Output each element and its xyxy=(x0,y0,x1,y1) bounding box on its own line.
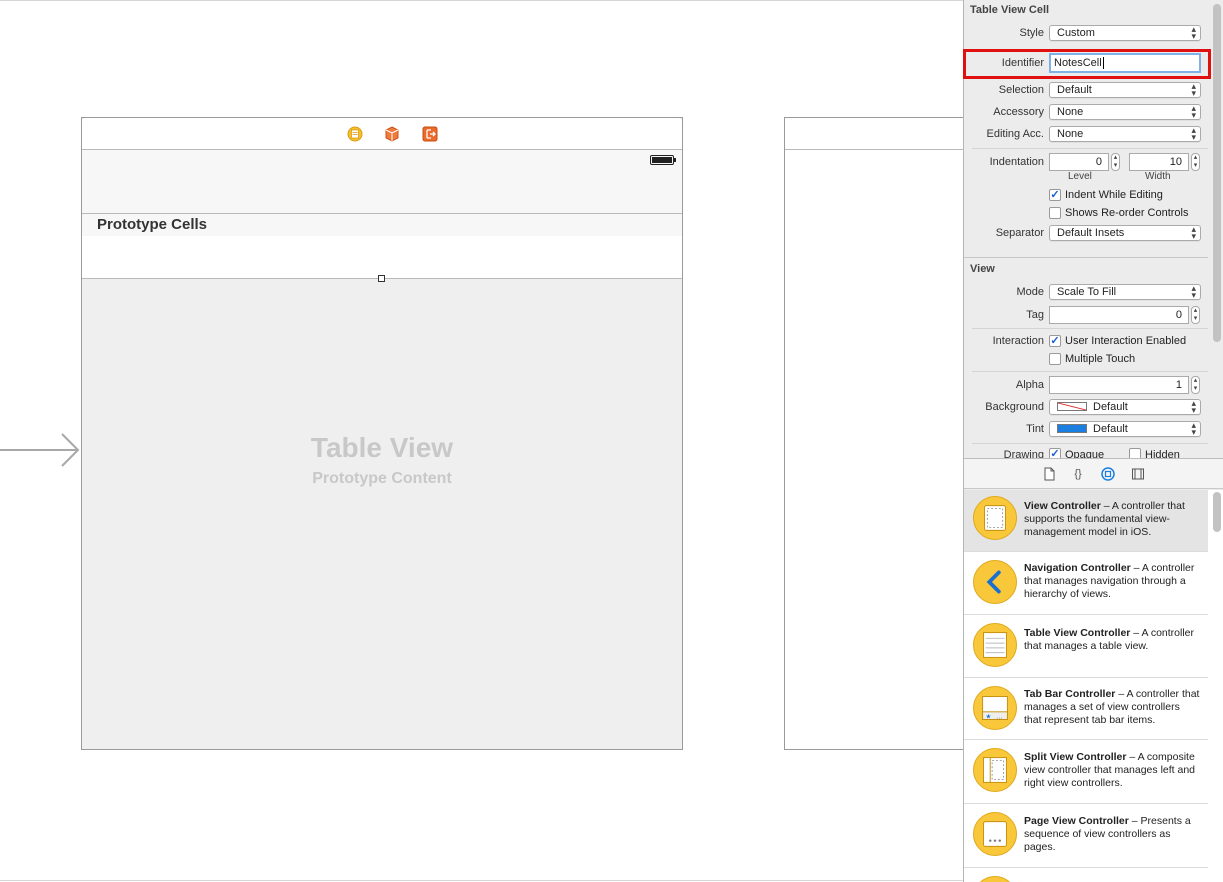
page-view-controller-icon xyxy=(973,812,1017,856)
indentation-width-stepper[interactable]: ▴ ▾ xyxy=(1191,153,1200,171)
separator-popup[interactable]: Default Insets ▴ ▾ xyxy=(1049,225,1201,241)
user-interaction-label: User Interaction Enabled xyxy=(1065,335,1187,347)
clear-color-swatch-icon xyxy=(1057,402,1087,411)
attributes-inspector: Table View Cell Style Custom ▴ ▾ Identifie… xyxy=(963,0,1223,882)
library-item-tab-bar-controller[interactable]: ★ … Tab Bar Controller – A controller th… xyxy=(964,678,1208,740)
first-responder-icon[interactable] xyxy=(384,126,400,142)
scene-dock xyxy=(82,118,682,150)
library-item-icon xyxy=(973,876,1017,882)
editing-accessory-popup[interactable]: None ▴ ▾ xyxy=(1049,126,1201,142)
alpha-label: Alpha xyxy=(1015,379,1044,391)
drawing-label: Drawing xyxy=(1003,449,1044,458)
library-item-title: Split View Controller xyxy=(1024,751,1127,763)
table-view-controller-icon xyxy=(973,623,1017,667)
library-item-next[interactable] xyxy=(964,868,1208,882)
indentation-label: Indentation xyxy=(989,156,1044,168)
indentation-level-stepper[interactable]: ▴ ▾ xyxy=(1111,153,1120,171)
library-scrollbar[interactable] xyxy=(1213,492,1221,532)
opaque-checkbox[interactable]: ✓ xyxy=(1049,448,1061,458)
tab-bar-controller-icon: ★ … xyxy=(973,686,1017,730)
table-view-controller-scene[interactable]: Prototype Cells Table View Prototype Con… xyxy=(81,117,683,750)
alpha-stepper[interactable]: ▴ ▾ xyxy=(1191,376,1200,394)
multiple-touch-label: Multiple Touch xyxy=(1065,353,1136,365)
status-bar-area xyxy=(82,150,682,214)
background-label: Background xyxy=(985,401,1044,413)
tag-field[interactable]: 0 xyxy=(1049,306,1189,324)
entry-point-arrow-icon[interactable] xyxy=(0,431,82,469)
width-sublabel: Width xyxy=(1145,171,1171,182)
editing-accessory-label: Editing Acc. xyxy=(986,128,1044,140)
indent-while-editing-checkbox[interactable]: ✓ xyxy=(1049,189,1061,201)
separator-label: Separator xyxy=(995,227,1044,239)
library-item-table-view-controller[interactable]: Table View Controller – A controller tha… xyxy=(964,615,1208,678)
opaque-label: Opaque xyxy=(1065,449,1105,458)
multiple-touch-checkbox[interactable] xyxy=(1049,353,1061,365)
alpha-field[interactable]: 1 xyxy=(1049,376,1189,394)
library-tab-bar: {} xyxy=(964,458,1223,489)
mode-popup[interactable]: Scale To Fill ▴ ▾ xyxy=(1049,284,1201,300)
exit-icon[interactable] xyxy=(422,126,438,142)
selection-popup[interactable]: Default ▴ ▾ xyxy=(1049,82,1201,98)
storyboard-canvas[interactable]: Prototype Cells Table View Prototype Con… xyxy=(0,0,984,882)
shows-reorder-label: Shows Re-order Controls xyxy=(1065,207,1189,219)
identifier-highlight-box xyxy=(963,49,1211,79)
level-sublabel: Level xyxy=(1068,171,1092,182)
library-item-navigation-controller[interactable]: Navigation Controller – A controller tha… xyxy=(964,552,1208,615)
resize-handle[interactable] xyxy=(378,275,385,282)
selection-label: Selection xyxy=(998,84,1044,96)
inspector-scrollbar[interactable] xyxy=(1213,4,1221,342)
svg-text:…: … xyxy=(996,714,1003,721)
code-snippet-icon[interactable]: {} xyxy=(1071,467,1085,481)
prototype-cells-label: Prototype Cells xyxy=(97,216,208,233)
library-item-split-view-controller[interactable]: Split View Controller – A composite view… xyxy=(964,740,1208,804)
svg-text:★: ★ xyxy=(985,713,991,721)
hidden-label: Hidden xyxy=(1145,449,1180,458)
navigation-controller-icon xyxy=(973,560,1017,604)
interaction-label: Interaction xyxy=(992,335,1044,347)
library-item-title: Navigation Controller xyxy=(1024,562,1131,574)
indentation-level-field[interactable]: 0 xyxy=(1049,153,1109,171)
object-library-icon[interactable] xyxy=(1101,467,1115,481)
tint-popup[interactable]: Default ▴ ▾ xyxy=(1049,421,1201,437)
mode-label: Mode xyxy=(1016,286,1044,298)
prototype-cells-header: Prototype Cells xyxy=(82,214,682,236)
view-controller-icon[interactable] xyxy=(347,126,363,142)
library-item-page-view-controller[interactable]: Page View Controller – Presents a sequen… xyxy=(964,804,1208,868)
object-library-list: View Controller – A controller that supp… xyxy=(964,490,1223,882)
tint-label: Tint xyxy=(1026,423,1044,435)
library-item-title: Table View Controller xyxy=(1024,627,1131,639)
tag-label: Tag xyxy=(1026,309,1044,321)
media-library-icon[interactable] xyxy=(1131,467,1145,481)
accessory-popup[interactable]: None ▴ ▾ xyxy=(1049,104,1201,120)
prototype-cell[interactable] xyxy=(82,236,682,279)
background-popup[interactable]: Default ▴ ▾ xyxy=(1049,399,1201,415)
indentation-width-field[interactable]: 10 xyxy=(1129,153,1189,171)
tag-stepper[interactable]: ▴ ▾ xyxy=(1191,306,1200,324)
library-item-view-controller[interactable]: View Controller – A controller that supp… xyxy=(964,490,1208,552)
table-view-placeholder-title: Table View xyxy=(310,432,454,463)
library-item-title: Page View Controller xyxy=(1024,815,1129,827)
file-template-icon[interactable] xyxy=(1042,467,1056,481)
view-section-title: View xyxy=(970,263,995,275)
indent-while-editing-label: Indent While Editing xyxy=(1065,189,1163,201)
view-controller-icon xyxy=(973,496,1017,540)
battery-icon xyxy=(650,155,676,165)
table-view-placeholder-subtitle: Prototype Content xyxy=(312,470,452,487)
table-view-cell-section-title: Table View Cell xyxy=(970,4,1050,16)
tint-color-swatch-icon xyxy=(1057,424,1087,433)
split-view-controller-icon xyxy=(973,748,1017,792)
shows-reorder-checkbox[interactable] xyxy=(1049,207,1061,219)
hidden-checkbox[interactable] xyxy=(1129,448,1141,458)
user-interaction-checkbox[interactable]: ✓ xyxy=(1049,335,1061,347)
library-item-title: Tab Bar Controller xyxy=(1024,688,1116,700)
accessory-label: Accessory xyxy=(993,106,1044,118)
library-item-title: View Controller xyxy=(1024,500,1101,512)
style-popup[interactable]: Custom ▴ ▾ xyxy=(1049,25,1201,41)
secondary-scene[interactable] xyxy=(784,117,984,750)
style-label: Style xyxy=(1019,27,1044,39)
